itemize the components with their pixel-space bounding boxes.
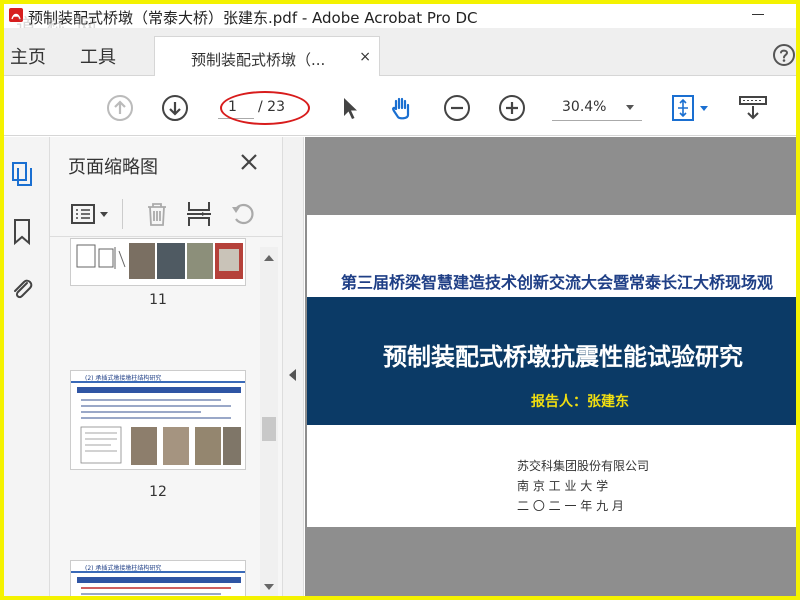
delete-icon[interactable]	[142, 199, 172, 229]
rotate-icon[interactable]	[228, 199, 258, 229]
close-panel-icon[interactable]	[238, 151, 260, 173]
zoom-in-icon[interactable]	[498, 94, 526, 122]
select-cursor-icon[interactable]	[336, 94, 364, 122]
document-tab[interactable]: 预制装配式桥墩（... ×	[154, 36, 380, 77]
fit-page-icon[interactable]	[670, 94, 714, 122]
scroll-down-icon[interactable]	[264, 584, 274, 590]
zoom-out-icon[interactable]	[443, 94, 471, 122]
thumbnail-heading: (2) 承插式墩接墩柱结构研究	[85, 375, 162, 382]
conference-title: 第三届桥梁智慧建造技术创新交流大会暨常泰长江大桥现场观	[341, 273, 774, 292]
tab-bar: 主页 工具 预制装配式桥墩（... ×	[4, 28, 796, 77]
help-icon[interactable]	[772, 43, 796, 67]
zoom-value: 30.4%	[562, 99, 607, 115]
scroll-mode-icon[interactable]	[738, 94, 768, 122]
previous-page-icon[interactable]	[106, 94, 134, 122]
university: 南 京 工 业 大 学	[517, 479, 609, 493]
thumbnail-page-11[interactable]	[70, 238, 246, 286]
panel-toolbar	[50, 191, 282, 237]
scroll-thumb[interactable]	[262, 417, 276, 441]
toolbar: / 23 30.4%	[4, 76, 796, 136]
close-tab-icon[interactable]: ×	[359, 49, 371, 65]
thumbnail-header: (2) 承插式墩接墩柱结构研究	[71, 371, 245, 383]
options-menu-icon[interactable]	[70, 199, 114, 229]
minimize-button[interactable]	[748, 5, 768, 23]
scroll-up-icon[interactable]	[264, 255, 274, 261]
date: 二 〇 二 一 年 九 月	[517, 499, 624, 513]
thumbnail-page-13[interactable]: (2) 承插式墩接墩柱结构研究	[70, 560, 246, 596]
thumbnail-header: (2) 承插式墩接墩柱结构研究	[71, 561, 245, 573]
chevron-down-icon	[626, 105, 634, 110]
hand-tool-icon[interactable]	[388, 94, 416, 122]
toolbar-divider	[122, 199, 123, 229]
thumbnail-heading: (2) 承插式墩接墩柱结构研究	[85, 565, 162, 572]
insert-page-icon[interactable]	[184, 199, 214, 229]
page-thumbnails-icon[interactable]	[8, 159, 36, 189]
thumbnails-panel: 页面缩略图 11 (2) 承插式墩接墩柱结构研究 12 (2) 承插式墩接墩柱结…	[50, 137, 282, 596]
thumbnail-page-12[interactable]: (2) 承插式墩接墩柱结构研究	[70, 370, 246, 470]
title-band: 预制装配式桥墩抗震性能试验研究 报告人：张建东	[307, 297, 796, 425]
title-bar: 预制装配式桥墩（常泰大桥）张建东.pdf - Adobe Acrobat Pro…	[4, 4, 796, 38]
document-view[interactable]: 第三届桥梁智慧建造技术创新交流大会暨常泰长江大桥现场观 预制装配式桥墩抗震性能试…	[305, 137, 796, 596]
chevron-left-icon[interactable]	[289, 369, 296, 381]
panel-collapse-strip[interactable]	[282, 137, 304, 596]
thumbnail-image	[77, 387, 241, 465]
presenter: 报告人：张建东	[531, 394, 629, 410]
acrobat-window: 预制装配式桥墩（常泰大桥）张建东.pdf - Adobe Acrobat Pro…	[4, 4, 796, 596]
slide-title: 预制装配式桥墩抗震性能试验研究	[383, 343, 743, 371]
thumbnail-page-number: 11	[149, 292, 167, 308]
next-page-icon[interactable]	[161, 94, 189, 122]
thumbnail-scrollbar[interactable]	[260, 247, 278, 596]
bookmark-icon[interactable]	[8, 217, 36, 247]
pdf-page: 第三届桥梁智慧建造技术创新交流大会暨常泰长江大桥现场观 预制装配式桥墩抗震性能试…	[307, 215, 796, 527]
left-rail	[4, 137, 50, 596]
nav-home[interactable]: 主页	[10, 43, 46, 69]
thumbnail-page-number: 12	[149, 484, 167, 500]
thumbnail-image	[77, 577, 241, 595]
annotation-ellipse	[220, 91, 310, 125]
thumbnail-list: 11 (2) 承插式墩接墩柱结构研究 12 (2) 承插式墩接墩柱结构研究	[50, 238, 282, 596]
panel-title: 页面缩略图	[68, 157, 158, 178]
thumbnail-image	[71, 239, 245, 285]
attachment-icon[interactable]	[8, 273, 36, 303]
nav-tools[interactable]: 工具	[80, 43, 116, 69]
zoom-dropdown[interactable]: 30.4%	[552, 95, 642, 121]
organization: 苏交科集团股份有限公司	[517, 459, 650, 473]
document-tab-label: 预制装配式桥墩（...	[191, 51, 326, 69]
